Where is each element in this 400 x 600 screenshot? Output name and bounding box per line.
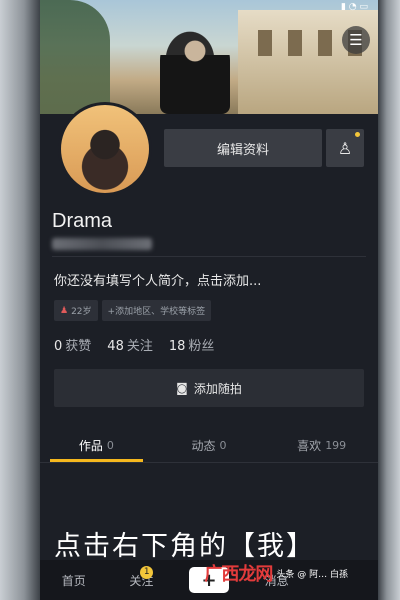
age-tag-label: 22岁 (71, 307, 92, 317)
tabs-divider (40, 462, 378, 463)
background-frame-left (0, 0, 40, 600)
profile-cover-photo[interactable] (40, 0, 378, 114)
stat-followers[interactable]: 18 粉丝 (169, 335, 215, 354)
tab-moments-label: 动态 (191, 438, 216, 453)
nav-follow-badge: 1 (140, 565, 154, 579)
status-bar-icons: ▮ ◔ ▭ (340, 2, 368, 12)
watermark-logo: 广西龙网 (204, 564, 273, 585)
tab-moments-count: 0 (219, 438, 227, 452)
add-region-tag[interactable]: +添加地区、学校等标签 (101, 300, 212, 321)
avatar[interactable] (58, 102, 152, 196)
tab-likes-label: 喜欢 (297, 438, 322, 453)
tab-moments[interactable]: 动态 0 (153, 428, 266, 462)
person-add-icon: ♙ (337, 138, 353, 158)
person-icon: ♟ (60, 305, 69, 316)
profile-stats: 0 获赞 48 关注 18 粉丝 (54, 335, 214, 354)
profile-name: Drama (52, 210, 113, 232)
profile-tags: ♟ 22岁 +添加地区、学校等标签 (54, 300, 212, 321)
stat-likes-value: 0 (54, 339, 63, 354)
stat-likes-label: 获赞 (65, 339, 92, 354)
menu-button[interactable]: ☰ (342, 26, 370, 54)
add-snapshot-label: 添加随拍 (193, 381, 242, 396)
add-friend-button[interactable]: ♙ (326, 129, 364, 167)
tab-works-count: 0 (106, 438, 114, 452)
hamburger-icon: ☰ (349, 31, 363, 49)
stat-followers-label: 粉丝 (188, 339, 215, 354)
notification-dot (355, 132, 360, 137)
user-id-blurred (52, 238, 152, 250)
age-tag[interactable]: ♟ 22岁 (54, 300, 98, 321)
instruction-caption: 点击右下角的【我】 (54, 531, 315, 562)
background-frame-right (378, 0, 400, 600)
watermark-text: 头条 @ 阿… 白孫 (276, 569, 348, 580)
nav-follow[interactable]: 关注 1 (108, 565, 176, 589)
camera-icon: ◙ (176, 381, 188, 395)
profile-bio[interactable]: 你还没有填写个人简介，点击添加... (54, 270, 261, 289)
cover-person (160, 30, 230, 114)
stat-following[interactable]: 48 关注 (107, 335, 153, 354)
tab-likes[interactable]: 喜欢 199 (265, 428, 378, 462)
edit-profile-button[interactable]: 编辑资料 (164, 129, 322, 167)
phone-screen: ▮ ◔ ▭ ☰ 编辑资料 ♙ Drama 你还没有填写个人简介，点击添加... … (40, 0, 378, 600)
stat-following-value: 48 (107, 339, 124, 354)
profile-tabs: 作品 0 动态 0 喜欢 199 (40, 428, 378, 462)
stat-likes[interactable]: 0 获赞 (54, 335, 91, 354)
watermark: 广西龙网 头条 @ 阿… 白孫 (204, 560, 348, 586)
stat-following-label: 关注 (126, 339, 153, 354)
region-tag-label: +添加地区、学校等标签 (107, 307, 206, 317)
add-snapshot-button[interactable]: ◙ 添加随拍 (54, 369, 364, 407)
tab-works[interactable]: 作品 0 (40, 428, 153, 462)
stat-followers-value: 18 (168, 339, 186, 354)
tab-likes-count: 199 (325, 438, 347, 452)
cover-tree (40, 0, 110, 114)
divider (52, 256, 366, 257)
tab-works-label: 作品 (78, 438, 103, 453)
nav-home[interactable]: 首页 (40, 572, 108, 589)
